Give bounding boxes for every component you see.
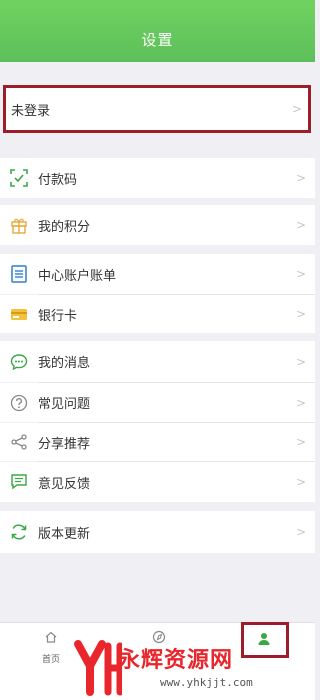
watermark-text: 永辉资源网 <box>118 648 234 673</box>
chevron-right-icon: > <box>295 395 306 410</box>
bills-label: 中心账户账单 <box>38 268 117 284</box>
menu-item-bills[interactable]: 中心账户账单 > <box>0 254 315 294</box>
watermark-url: www.yhkjjt.com <box>160 676 253 689</box>
chevron-right-icon: > <box>295 218 306 232</box>
menu-item-update[interactable]: 版本更新 > <box>0 511 315 553</box>
menu-item-bank-card[interactable]: 银行卡 > <box>0 295 315 333</box>
feedback-label: 意见反馈 <box>38 476 91 492</box>
pay-code-label: 付款码 <box>38 172 78 188</box>
refresh-icon <box>9 522 29 542</box>
points-label: 我的积分 <box>38 219 91 235</box>
chevron-right-icon: > <box>291 102 302 116</box>
page-title: 设置 <box>141 31 174 49</box>
question-circle-icon <box>9 393 29 413</box>
menu-item-points[interactable]: 我的积分 > <box>0 205 315 245</box>
scan-icon <box>9 168 29 188</box>
update-label: 版本更新 <box>38 526 91 542</box>
chevron-right-icon: > <box>295 354 306 369</box>
menu-item-messages[interactable]: 我的消息 > <box>0 341 315 382</box>
login-status-label: 未登录 <box>11 103 51 119</box>
chat-bubble-icon <box>9 352 29 372</box>
header-bar: 设置 <box>0 0 315 62</box>
faq-label: 常见问题 <box>38 397 91 412</box>
bank-card-icon <box>9 304 29 324</box>
share-label: 分享推荐 <box>38 436 91 452</box>
feedback-icon <box>9 472 29 492</box>
chevron-right-icon: > <box>295 435 306 449</box>
tab-home-label: 首页 <box>42 655 61 665</box>
bill-list-icon <box>9 264 29 284</box>
menu-item-pay-code[interactable]: 付款码 > <box>0 158 315 198</box>
share-icon <box>9 432 29 452</box>
menu-item-share[interactable]: 分享推荐 > <box>0 423 315 461</box>
messages-label: 我的消息 <box>38 356 91 371</box>
login-row[interactable]: 未登录 > <box>3 85 311 133</box>
chevron-right-icon: > <box>295 307 306 321</box>
home-icon <box>44 629 58 648</box>
chevron-right-icon: > <box>295 171 306 185</box>
chevron-right-icon: > <box>295 267 306 281</box>
tab-home[interactable]: 首页 <box>42 629 60 665</box>
gift-icon <box>9 215 29 235</box>
chevron-right-icon: > <box>295 475 306 489</box>
chevron-right-icon: > <box>295 525 306 539</box>
menu-item-faq[interactable]: 常见问题 > <box>0 383 315 422</box>
menu-item-feedback[interactable]: 意见反馈 > <box>0 462 315 502</box>
bank-card-label: 银行卡 <box>38 308 78 324</box>
